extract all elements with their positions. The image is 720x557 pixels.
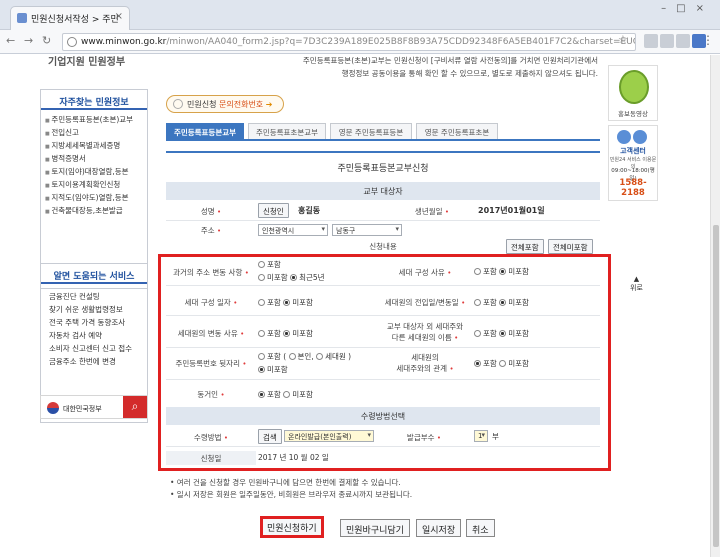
intro-text: 주민등록표등본(초본)교부는 민원신청이 [구비서류 열람 사전동의]를 거치면… xyxy=(252,55,598,80)
right-sidebar: 홍보동영상 고객센터 민원24 서비스 이용문의 09:00~18:00(평일)… xyxy=(604,55,720,557)
gov-label: 대한민국정부 xyxy=(63,405,102,413)
back-icon[interactable]: ← xyxy=(6,34,15,47)
inquiry-highlight: 문의전화번호 xyxy=(219,100,264,109)
browser-tab-bar: 민원신청서작성 > 주민 × –□× xyxy=(0,0,720,30)
name-label: 성명 • xyxy=(200,207,222,216)
arrow-right-icon: ➔ xyxy=(265,100,273,109)
mascot-icon xyxy=(619,70,649,104)
note-line: • 여러 건을 신청할 경우 민원바구니에 담으면 한번에 결제할 수 있습니다… xyxy=(170,478,401,487)
notes: • 여러 건을 신청할 경우 민원바구니에 담으면 한번에 결제할 수 있습니다… xyxy=(170,477,412,501)
extension-icon[interactable] xyxy=(644,34,658,48)
sidebar-top-banner[interactable]: 기업지원 민원정부 xyxy=(48,55,125,68)
intro-line: 행정정보 공동이용을 통해 확인 할 수 있으므로, 별도로 제출하지 않으셔도… xyxy=(341,69,598,78)
frequent-minwon-item[interactable]: 지적도(임야도)열람,등본 xyxy=(45,191,147,204)
url-host: www.minwon.go.kr xyxy=(81,37,167,47)
address-city-select[interactable]: 인천광역시 xyxy=(258,224,328,236)
browser-tab[interactable]: 민원신청서작성 > 주민 × xyxy=(10,6,130,30)
search-icon[interactable]: ⌕ xyxy=(123,396,147,418)
cancel-button[interactable]: 취소 xyxy=(466,519,495,537)
frequent-minwon-item[interactable]: 토지(임야)대장열람,등본 xyxy=(45,165,147,178)
section-target-header: 교부 대상자 xyxy=(166,182,600,200)
frequent-minwon-title: 자주찾는 민원정보 xyxy=(41,90,147,110)
info-icon[interactable] xyxy=(67,37,77,47)
arrow-up-icon: ▲ xyxy=(633,275,640,283)
page-scrollbar[interactable] xyxy=(710,55,720,557)
tab-english-abstract[interactable]: 영문 주민등록표초본 xyxy=(416,123,498,139)
favicon-icon xyxy=(17,13,27,23)
extension-icon[interactable] xyxy=(660,34,674,48)
row-divider xyxy=(166,220,600,221)
note-line: • 일시 저장은 회원은 일주일동안, 비회원은 브라우저 종료시까지 보관됩니… xyxy=(170,490,413,499)
frequent-minwon-list: 주민등록표등본(초본)교부전입신고지방세세목별과세증명병적증명서토지(임야)대장… xyxy=(41,110,147,217)
left-sidebar: 기업지원 민원정부 자주찾는 민원정보 주민등록표등본(초본)교부전입신고지방세… xyxy=(0,55,160,557)
reload-icon[interactable]: ↻ xyxy=(42,34,51,47)
window-controls[interactable]: –□× xyxy=(661,3,714,14)
frequent-minwon-item[interactable]: 병적증명서 xyxy=(45,152,147,165)
name-value: 홍길동 xyxy=(298,206,321,215)
tab-resident-abstract[interactable]: 주민등록표초본교부 xyxy=(248,123,326,139)
useful-service-item[interactable]: 금융진단 컨설팅 xyxy=(49,290,147,303)
add-basket-button[interactable]: 민원바구니담기 xyxy=(340,519,410,537)
browser-tab-title: 민원신청서작성 > 주민 xyxy=(31,15,119,25)
birth-value: 2017년01월01일 xyxy=(478,206,545,215)
include-all-button[interactable]: 전체포함 xyxy=(506,239,544,254)
browser-nav-bar: ← → ↻ www.minwon.go.kr/minwon/AA040_form… xyxy=(0,30,720,54)
highlight-box xyxy=(158,254,611,471)
useful-service-item[interactable]: 금융주소 한번에 변경 xyxy=(49,355,147,368)
intro-line: 주민등록표등본(초본)교부는 민원신청이 [구비서류 열람 사전동의]를 거치면… xyxy=(302,56,598,65)
useful-service-item[interactable]: 찾기 쉬운 생활법령정보 xyxy=(49,303,147,316)
useful-service-item[interactable]: 전국 주택 가격 동향조사 xyxy=(49,316,147,329)
frequent-minwon-item[interactable]: 토지이용계획확인신청 xyxy=(45,178,147,191)
auth-button[interactable]: 신청인 xyxy=(258,203,289,218)
headset-icon xyxy=(173,99,183,109)
bookmark-star-icon[interactable]: ☆ xyxy=(618,33,628,46)
useful-services-list: 금융진단 컨설팅 찾기 쉬운 생활법령정보 전국 주택 가격 동향조사 자동차 검사 … xyxy=(41,284,147,368)
agents-icon xyxy=(617,130,651,144)
gov-banner[interactable]: 대한민국정부 ⌕ xyxy=(40,395,148,419)
back-to-top-button[interactable]: ▲ 위로 xyxy=(630,275,643,293)
menu-icon[interactable]: ⋮ xyxy=(702,33,714,47)
url-path: /minwon/AA040_form2.jsp?q=7D3C239A189E02… xyxy=(166,37,636,47)
birth-label: 생년월일 • xyxy=(414,207,450,216)
exclude-all-button[interactable]: 전체미포함 xyxy=(548,239,593,254)
promo-caption: 홍보동영상 xyxy=(618,110,648,118)
tab-resident-copy[interactable]: 주민등록표등본교부 xyxy=(166,123,244,139)
frequent-minwon-item[interactable]: 지방세세목별과세증명 xyxy=(45,139,147,152)
frequent-minwon-item[interactable]: 건축물대장등,초본발급 xyxy=(45,204,147,217)
inquiry-phone-button[interactable]: 민원신청 문의전화번호 ➔ xyxy=(166,95,284,113)
center-phone: 1588-2188 xyxy=(619,178,647,198)
back-top-label: 위로 xyxy=(630,284,643,292)
tab-english-copy[interactable]: 영문 주민등록표등본 xyxy=(330,123,412,139)
promo-video-banner[interactable]: 홍보동영상 xyxy=(608,65,658,121)
forward-icon[interactable]: → xyxy=(24,34,33,47)
extension-icon[interactable] xyxy=(676,34,690,48)
useful-services-title: 알면 도움되는 서비스 xyxy=(41,264,147,284)
address-bar[interactable]: www.minwon.go.kr/minwon/AA040_form2.jsp?… xyxy=(62,33,636,51)
address-district-select[interactable]: 남동구 xyxy=(332,224,402,236)
temp-save-button[interactable]: 일시저장 xyxy=(416,519,462,537)
web-page: 기업지원 민원정부 자주찾는 민원정보 주민등록표등본(초본)교부전입신고지방세… xyxy=(0,55,720,557)
customer-center-banner[interactable]: 고객센터 민원24 서비스 이용문의 09:00~18:00(평일) 1588-… xyxy=(608,125,658,201)
certificate-tabs: 주민등록표등본교부 주민등록표초본교부 영문 주민등록표등본 영문 주민등록표초… xyxy=(166,123,600,141)
frequent-minwon-item[interactable]: 전입신고 xyxy=(45,126,147,139)
address-label: 주소 • xyxy=(200,226,222,235)
close-tab-icon[interactable]: × xyxy=(115,11,123,22)
useful-service-item[interactable]: 소비자 신고센터 신고 접수 xyxy=(49,342,147,355)
useful-service-item[interactable]: 자동차 검사 예약 xyxy=(49,329,147,342)
form-title: 주민등록표등본교부신청 xyxy=(166,151,600,177)
apply-button[interactable]: 민원신청하기 xyxy=(260,516,324,538)
scrollbar-thumb[interactable] xyxy=(713,225,719,547)
extension-icons xyxy=(644,34,708,50)
frequent-minwon-item[interactable]: 주민등록표등본(초본)교부 xyxy=(45,113,147,126)
frequent-minwon-box: 자주찾는 민원정보 주민등록표등본(초본)교부전입신고지방세세목별과세증명병적증… xyxy=(40,89,148,289)
center-title: 고객센터 xyxy=(620,147,646,155)
inquiry-prefix: 민원신청 xyxy=(187,100,217,109)
taegeuk-logo-icon xyxy=(47,402,59,414)
